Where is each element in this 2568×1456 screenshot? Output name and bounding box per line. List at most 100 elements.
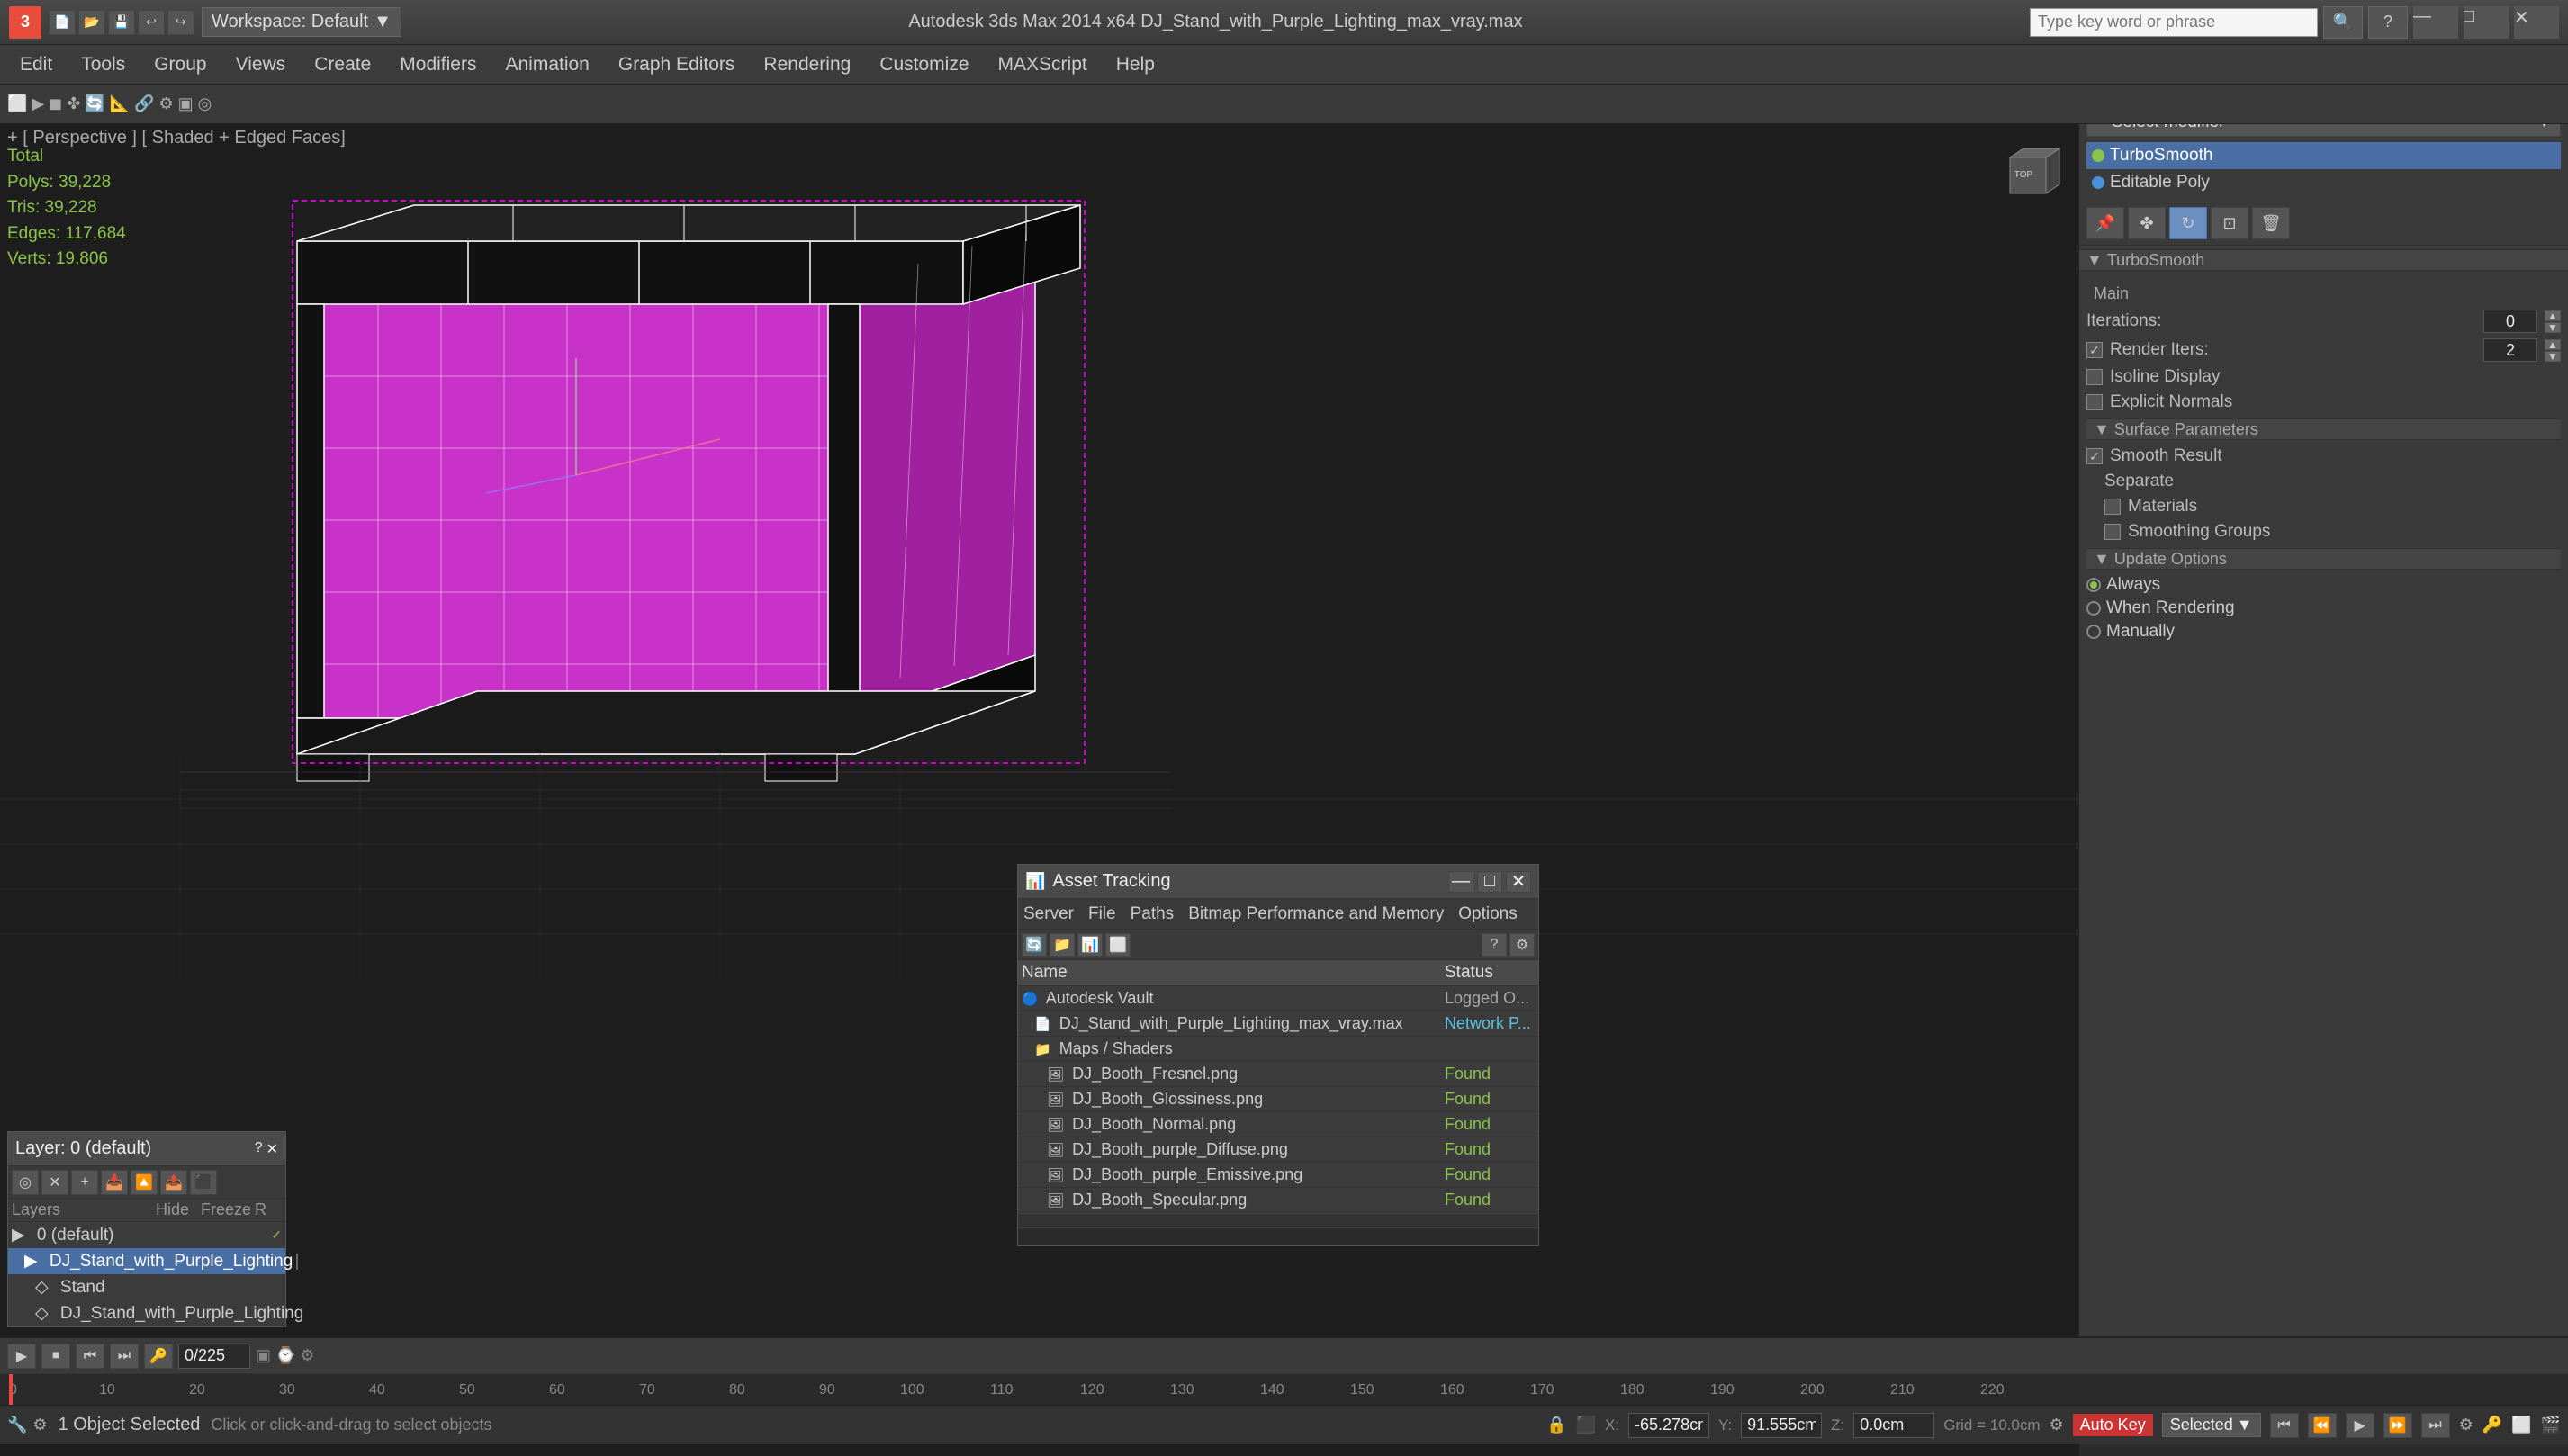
asset-scrollbar[interactable]	[1018, 1213, 1538, 1227]
menu-customize[interactable]: Customize	[867, 49, 981, 81]
asset-menu-bitmap[interactable]: Bitmap Performance and Memory	[1188, 904, 1444, 924]
asset-tool-3[interactable]: 📊	[1077, 933, 1103, 957]
layer-tool-1[interactable]: ◎	[12, 1170, 39, 1195]
play-button[interactable]: ▶	[7, 1344, 36, 1369]
y-field[interactable]	[1741, 1413, 1822, 1438]
save-button[interactable]: 💾	[108, 10, 135, 35]
layer-tool-2[interactable]: ✕	[41, 1170, 68, 1195]
menu-tools[interactable]: Tools	[68, 49, 138, 81]
isoline-checkbox[interactable]	[2086, 369, 2103, 385]
layer-tool-4[interactable]: 📥	[101, 1170, 128, 1195]
asset-row-2[interactable]: 📁 Maps / Shaders	[1018, 1037, 1538, 1062]
x-field[interactable]	[1628, 1413, 1709, 1438]
new-button[interactable]: 📄	[49, 10, 76, 35]
redo-button[interactable]: ↪	[167, 10, 194, 35]
pin-icon[interactable]: 📌	[2086, 207, 2124, 239]
menu-edit[interactable]: Edit	[7, 49, 65, 81]
asset-row-6[interactable]: 🖼 DJ_Booth_purple_Diffuse.png Found	[1018, 1137, 1538, 1163]
asset-menu-paths[interactable]: Paths	[1131, 904, 1175, 924]
z-field[interactable]	[1853, 1413, 1934, 1438]
spin-up[interactable]: ▲	[2545, 310, 2561, 321]
move-icon[interactable]: ✤	[2128, 207, 2166, 239]
iterations-value[interactable]: 0	[2483, 310, 2537, 333]
trash-icon[interactable]: 🗑	[2252, 207, 2290, 239]
manually-radio[interactable]	[2086, 625, 2101, 639]
render-iters-spinner[interactable]: ▲ ▼	[2545, 339, 2561, 362]
smoothing-groups-checkbox[interactable]	[2104, 524, 2121, 540]
goto-end[interactable]: ⏭	[2421, 1413, 2450, 1438]
next-frame[interactable]: ⏭	[110, 1344, 139, 1369]
asset-row-4[interactable]: 🖼 DJ_Booth_Glossiness.png Found	[1018, 1087, 1538, 1112]
undo-button[interactable]: ↩	[138, 10, 165, 35]
selected-dropdown[interactable]: Selected▼	[2162, 1413, 2261, 1437]
spin-down[interactable]: ▼	[2545, 322, 2561, 333]
search-button[interactable]: 🔍	[2323, 6, 2363, 39]
layer-row-djstand2[interactable]: ◇ DJ_Stand_with_Purple_Lighting	[8, 1300, 285, 1326]
layer-tool-6[interactable]: 📤	[160, 1170, 187, 1195]
spin-up-2[interactable]: ▲	[2545, 339, 2561, 350]
auto-key-button[interactable]: Auto Key	[2073, 1414, 2153, 1436]
asset-row-8[interactable]: 🖼 DJ_Booth_Specular.png Found	[1018, 1188, 1538, 1213]
stop-button[interactable]: ⏹	[41, 1344, 70, 1369]
explicit-normals-checkbox[interactable]	[2086, 394, 2103, 410]
orientation-cube[interactable]: TOP	[1992, 139, 2064, 211]
materials-checkbox[interactable]	[2104, 499, 2121, 515]
layer-tool-7[interactable]: ⬛	[190, 1170, 217, 1195]
asset-close[interactable]: ✕	[1506, 871, 1531, 893]
menu-animation[interactable]: Animation	[492, 49, 601, 81]
prev-frame[interactable]: ⏮	[76, 1344, 104, 1369]
asset-row-0[interactable]: 🔵 Autodesk Vault Logged O...	[1018, 986, 1538, 1011]
open-button[interactable]: 📂	[78, 10, 105, 35]
asset-row-5[interactable]: 🖼 DJ_Booth_Normal.png Found	[1018, 1112, 1538, 1137]
menu-group[interactable]: Group	[141, 49, 219, 81]
timeline-ruler[interactable]: // inline draw markers 0 10 20 30 40 50 …	[0, 1374, 2568, 1405]
asset-menu-server[interactable]: Server	[1023, 904, 1074, 924]
asset-menu-file[interactable]: File	[1088, 904, 1116, 924]
iterations-spinner[interactable]: ▲ ▼	[2545, 310, 2561, 333]
asset-menu-options[interactable]: Options	[1458, 904, 1517, 924]
next-key[interactable]: ⏩	[2383, 1413, 2412, 1438]
menu-create[interactable]: Create	[302, 49, 383, 81]
when-rendering-radio[interactable]	[2086, 601, 2101, 616]
minimize-button[interactable]: —	[2413, 6, 2458, 39]
layer-row-stand[interactable]: ◇ Stand	[8, 1274, 285, 1300]
prev-key[interactable]: ⏪	[2308, 1413, 2337, 1438]
asset-settings[interactable]: ⚙	[1509, 933, 1535, 957]
modifier-turbosmooth[interactable]: TurboSmooth	[2086, 142, 2561, 169]
close-button[interactable]: ✕	[2514, 6, 2559, 39]
layers-help[interactable]: ?	[255, 1140, 263, 1158]
layer-row-default[interactable]: ▶ 0 (default) ✓	[8, 1222, 285, 1248]
menu-views[interactable]: Views	[223, 49, 299, 81]
maximize-button[interactable]: □	[2464, 6, 2509, 39]
goto-start[interactable]: ⏮	[2270, 1413, 2299, 1438]
asset-tool-2[interactable]: 📁	[1050, 933, 1075, 957]
menu-modifiers[interactable]: Modifiers	[387, 49, 489, 81]
asset-minimize[interactable]: —	[1448, 871, 1473, 893]
workspace-selector[interactable]: Workspace: Default ▼	[202, 7, 401, 37]
render-iters-value[interactable]: 2	[2483, 338, 2537, 362]
asset-row-7[interactable]: 🖼 DJ_Booth_purple_Emissive.png Found	[1018, 1163, 1538, 1188]
layers-close[interactable]: ✕	[266, 1140, 278, 1158]
smooth-result-checkbox[interactable]: ✓	[2086, 448, 2103, 464]
menu-help[interactable]: Help	[1104, 49, 1167, 81]
layer-tool-3[interactable]: +	[71, 1170, 98, 1195]
viewport-canvas[interactable]	[0, 124, 2079, 1456]
asset-tool-4[interactable]: ⬜	[1105, 933, 1131, 957]
asset-help[interactable]: ?	[1482, 933, 1507, 957]
play-anim[interactable]: ▶	[2346, 1413, 2374, 1438]
help-button[interactable]: ?	[2368, 6, 2408, 39]
modifier-editable-poly[interactable]: Editable Poly	[2086, 169, 2561, 196]
always-radio[interactable]	[2086, 578, 2101, 592]
menu-graph-editors[interactable]: Graph Editors	[606, 49, 748, 81]
asset-tool-1[interactable]: 🔄	[1022, 933, 1047, 957]
spin-down-2[interactable]: ▼	[2545, 351, 2561, 362]
rotate-icon[interactable]: ↻	[2169, 207, 2207, 239]
menu-maxscript[interactable]: MAXScript	[986, 49, 1100, 81]
layer-row-djstand[interactable]: ▶ DJ_Stand_with_Purple_Lighting	[8, 1248, 285, 1274]
search-input[interactable]	[2030, 8, 2318, 37]
menu-rendering[interactable]: Rendering	[751, 49, 863, 81]
asset-maximize[interactable]: □	[1477, 871, 1502, 893]
scale-icon[interactable]: ⊡	[2211, 207, 2248, 239]
render-iters-checkbox[interactable]: ✓	[2086, 342, 2103, 358]
key-mode[interactable]: 🔑	[144, 1344, 173, 1369]
